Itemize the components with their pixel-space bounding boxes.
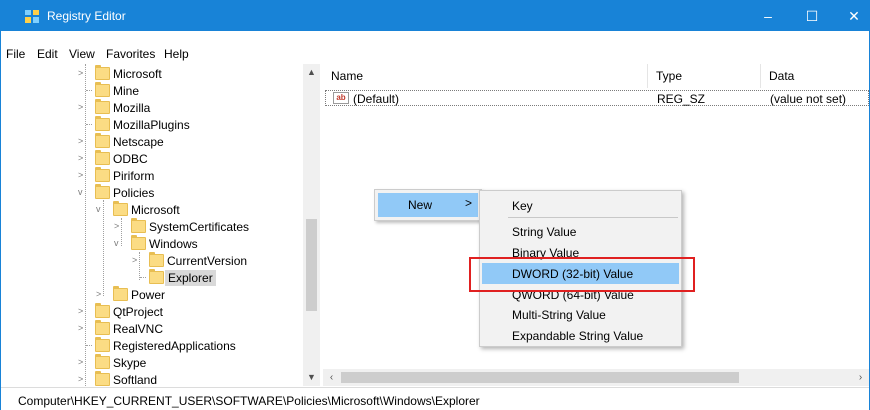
maximize-button[interactable]: ☐ bbox=[789, 1, 835, 31]
folder-icon bbox=[113, 201, 128, 216]
folder-icon bbox=[131, 235, 146, 250]
menu-bar: File Edit View Favorites Help bbox=[1, 31, 869, 63]
tree-item-label: Netscape bbox=[113, 135, 164, 149]
folder-icon bbox=[95, 82, 110, 97]
scroll-left-icon[interactable]: ‹ bbox=[323, 369, 340, 386]
folder-icon bbox=[95, 167, 110, 182]
tree-item-label: Policies bbox=[113, 186, 155, 200]
tree-connector bbox=[86, 124, 92, 125]
key-path: Computer\HKEY_CURRENT_USER\SOFTWARE\Poli… bbox=[18, 394, 480, 408]
tree-item-label: CurrentVersion bbox=[167, 254, 248, 268]
collapse-icon[interactable]: v bbox=[114, 238, 122, 248]
column-header-name[interactable]: Name bbox=[323, 64, 648, 88]
minimize-button[interactable]: – bbox=[745, 1, 791, 31]
string-value-icon: ab bbox=[333, 92, 349, 104]
column-header-type[interactable]: Type bbox=[648, 64, 761, 88]
expand-icon[interactable]: > bbox=[114, 221, 122, 231]
tree-item-label: Power bbox=[131, 288, 166, 302]
value-name: (Default) bbox=[353, 92, 400, 106]
tree-guide-line bbox=[85, 64, 86, 386]
folder-icon bbox=[95, 116, 110, 131]
menu-item-string-value[interactable]: String Value bbox=[512, 225, 576, 239]
folder-icon bbox=[95, 320, 110, 335]
folder-icon bbox=[95, 150, 110, 165]
menu-item-multi-string-value[interactable]: Multi-String Value bbox=[512, 308, 606, 322]
expand-icon[interactable]: > bbox=[78, 153, 86, 163]
list-horizontal-scrollbar[interactable]: ‹ › bbox=[323, 369, 869, 386]
expand-icon[interactable]: > bbox=[78, 170, 86, 180]
folder-icon bbox=[95, 65, 110, 80]
folder-icon bbox=[95, 99, 110, 114]
scroll-down-icon[interactable]: ▼ bbox=[303, 369, 320, 386]
expand-icon[interactable]: > bbox=[78, 306, 86, 316]
folder-icon bbox=[95, 371, 110, 386]
table-row[interactable]: ab (Default) REG_SZ (value not set) bbox=[325, 90, 869, 106]
tree-item-label: SystemCertificates bbox=[149, 220, 250, 234]
folder-icon bbox=[95, 184, 110, 199]
tree-item-label: Piriform bbox=[113, 169, 155, 183]
expand-icon[interactable]: > bbox=[78, 102, 86, 112]
expand-icon[interactable]: > bbox=[96, 289, 104, 299]
title-bar[interactable]: Registry Editor – ☐ ✕ bbox=[1, 1, 869, 31]
menu-item-new-label: New bbox=[408, 198, 433, 212]
highlight-annotation-box bbox=[469, 257, 695, 292]
submenu-arrow-icon: > bbox=[465, 196, 473, 210]
tree-item-label: Skype bbox=[113, 356, 147, 370]
folder-icon bbox=[95, 133, 110, 148]
expand-icon[interactable]: > bbox=[132, 255, 140, 265]
folder-icon bbox=[95, 303, 110, 318]
expand-icon[interactable]: > bbox=[78, 374, 86, 384]
folder-icon bbox=[149, 252, 164, 267]
tree-item-label: ODBC bbox=[113, 152, 148, 166]
tree-item-label: Windows bbox=[149, 237, 198, 251]
close-button[interactable]: ✕ bbox=[831, 1, 870, 31]
tree-item-label: Softland bbox=[113, 373, 158, 386]
value-type: REG_SZ bbox=[657, 92, 706, 106]
scrollbar-thumb[interactable] bbox=[341, 372, 739, 383]
scroll-right-icon[interactable]: › bbox=[852, 369, 869, 386]
tree-guide-line bbox=[103, 200, 104, 296]
tree-item-label: RealVNC bbox=[113, 322, 164, 336]
menu-help[interactable]: Help bbox=[164, 47, 189, 61]
tree-item-label: Microsoft bbox=[131, 203, 180, 217]
scrollbar-thumb[interactable] bbox=[306, 219, 317, 311]
context-menu: New > bbox=[374, 189, 482, 221]
tree-connector bbox=[86, 90, 92, 91]
tree-connector bbox=[140, 277, 146, 278]
status-bar: Computer\HKEY_CURRENT_USER\SOFTWARE\Poli… bbox=[1, 387, 869, 410]
folder-icon bbox=[113, 286, 128, 301]
expand-icon[interactable]: > bbox=[78, 323, 86, 333]
menu-file[interactable]: File bbox=[6, 47, 25, 61]
folder-icon bbox=[131, 218, 146, 233]
tree-connector bbox=[86, 345, 92, 346]
tree-item-label: MozillaPlugins bbox=[113, 118, 190, 132]
collapse-icon[interactable]: v bbox=[78, 187, 86, 197]
tree-vertical-scrollbar[interactable]: ▲ ▼ bbox=[303, 64, 320, 386]
tree-item-label: QtProject bbox=[113, 305, 164, 319]
folder-icon bbox=[95, 354, 110, 369]
tree-item-label: RegisteredApplications bbox=[113, 339, 236, 353]
menu-edit[interactable]: Edit bbox=[37, 47, 58, 61]
expand-icon[interactable]: > bbox=[78, 68, 86, 78]
key-tree[interactable]: > Microsoft Mine > Mozilla MozillaPlugin… bbox=[17, 64, 320, 386]
window-title: Registry Editor bbox=[47, 9, 126, 23]
folder-icon bbox=[149, 269, 164, 284]
tree-item-label: Mine bbox=[113, 84, 140, 98]
collapse-icon[interactable]: v bbox=[96, 204, 104, 214]
menu-item-expandable-string-value[interactable]: Expandable String Value bbox=[512, 329, 643, 343]
menu-separator bbox=[508, 217, 678, 218]
menu-view[interactable]: View bbox=[69, 47, 95, 61]
expand-icon[interactable]: > bbox=[78, 357, 86, 367]
column-header-data[interactable]: Data bbox=[761, 64, 869, 88]
folder-icon bbox=[95, 337, 110, 352]
scroll-up-icon[interactable]: ▲ bbox=[303, 64, 320, 81]
tree-item-label: Explorer bbox=[165, 270, 216, 286]
tree-item-label: Mozilla bbox=[113, 101, 151, 115]
value-data: (value not set) bbox=[770, 92, 847, 106]
registry-editor-icon bbox=[25, 10, 39, 23]
menu-item-key[interactable]: Key bbox=[512, 199, 533, 213]
menu-favorites[interactable]: Favorites bbox=[106, 47, 155, 61]
tree-item-label: Microsoft bbox=[113, 67, 162, 81]
expand-icon[interactable]: > bbox=[78, 136, 86, 146]
